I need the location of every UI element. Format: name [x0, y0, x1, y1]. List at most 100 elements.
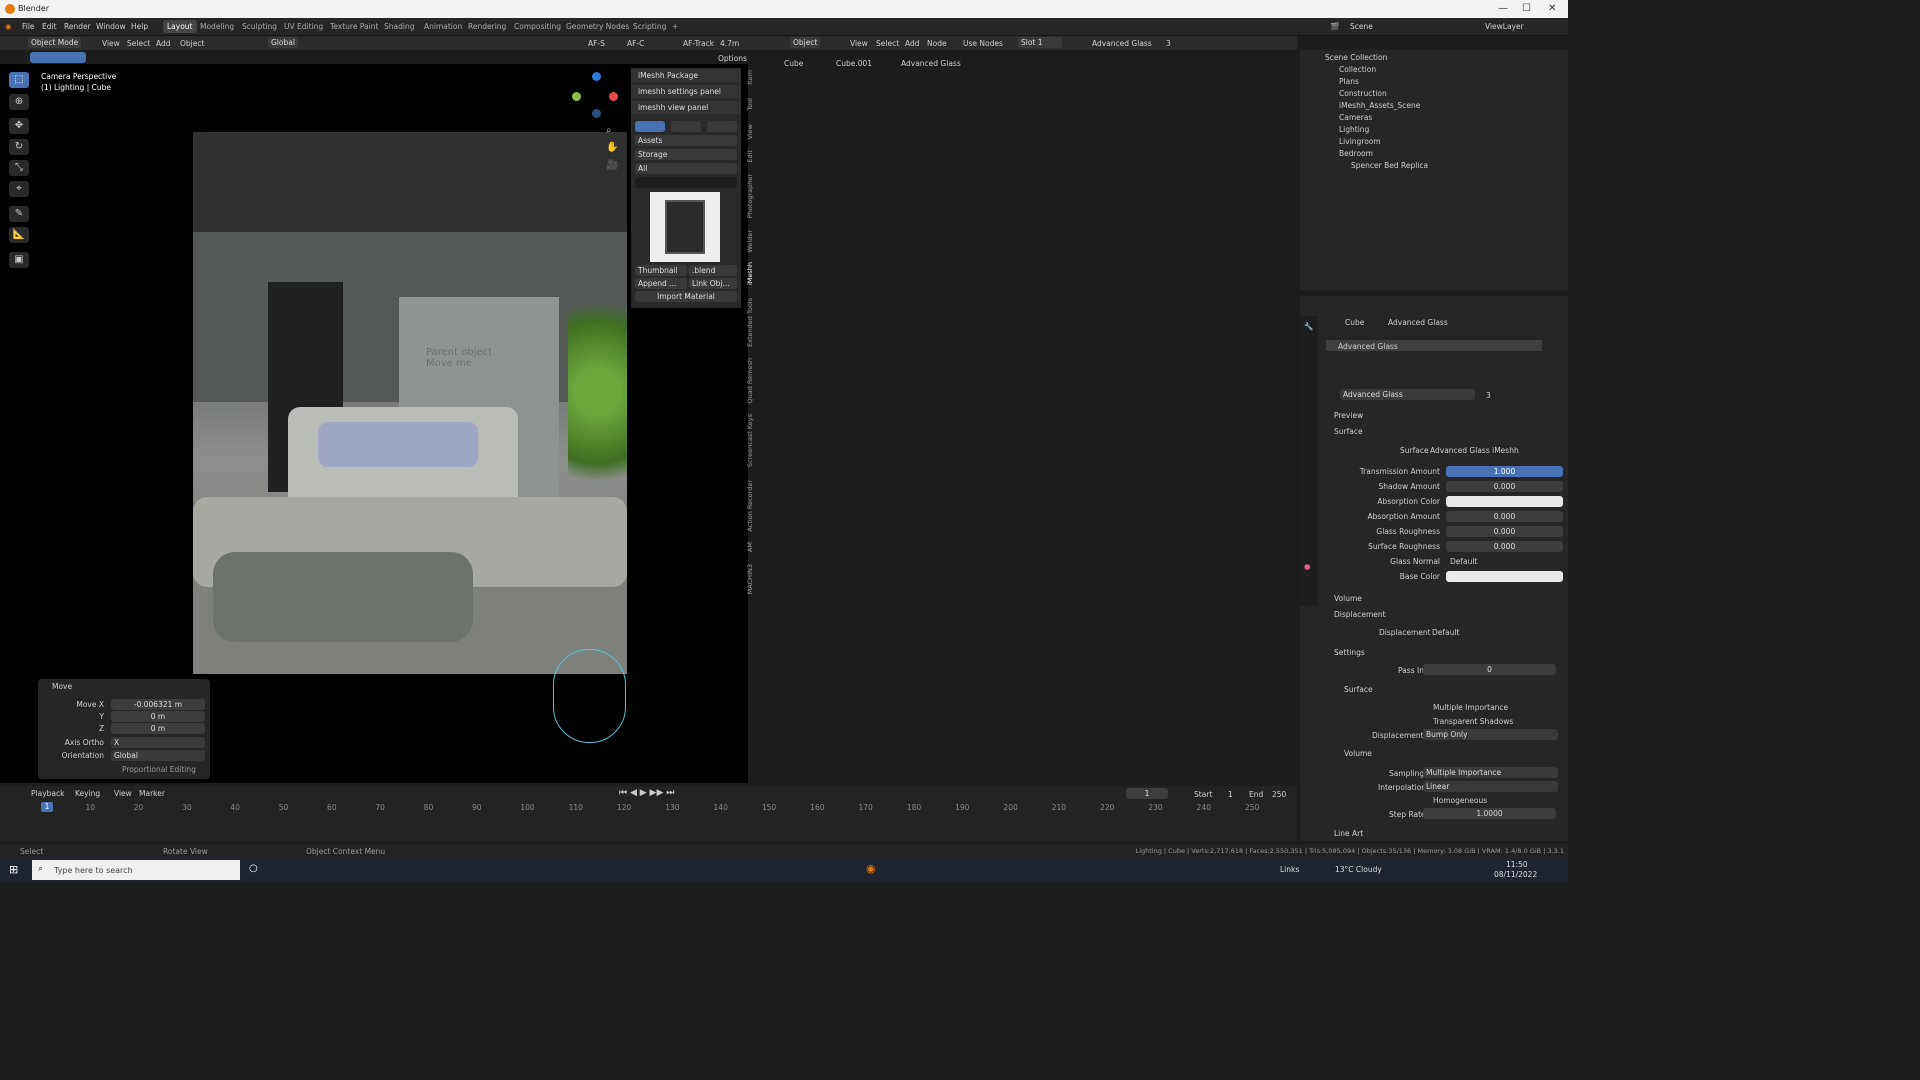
maximize-icon[interactable]: ☐ — [1522, 3, 1531, 14]
asset-search-input[interactable] — [635, 177, 737, 188]
interpolation-dropdown[interactable]: Linear — [1423, 781, 1558, 792]
wardrobe-thumbnail[interactable] — [650, 192, 720, 262]
imeshh-view-section[interactable]: imeshh view panel — [631, 101, 741, 114]
tool-props-icon[interactable]: 🔧 — [1304, 322, 1313, 331]
snap-distance[interactable]: 4.7m — [720, 39, 739, 48]
settings-panel-header[interactable]: Settings — [1334, 648, 1365, 657]
append-button[interactable]: Append ... — [635, 278, 687, 289]
node-material-name[interactable]: Advanced Glass — [1092, 39, 1152, 48]
tab-compositing[interactable]: Compositing — [514, 22, 561, 31]
tab-sculpting[interactable]: Sculpting — [242, 22, 277, 31]
clock-date[interactable]: 08/11/2022 — [1494, 870, 1537, 879]
outliner-plans[interactable]: Plans — [1339, 77, 1359, 86]
y-axis-icon[interactable] — [572, 92, 581, 101]
props-breadcrumb-material[interactable]: Advanced Glass — [1388, 318, 1448, 327]
storage-dropdown[interactable]: Storage — [635, 149, 737, 160]
sidebar-tab-screencast-keys[interactable]: Screencast Keys — [746, 414, 754, 467]
tab-geometry-nodes[interactable]: Geometry Nodes — [566, 22, 629, 31]
orientation-dropdown[interactable]: Global — [111, 750, 205, 761]
blender-menu-icon[interactable]: ◉ — [5, 22, 12, 31]
step-rate-field[interactable]: 1.0000 — [1423, 808, 1556, 819]
shadow-amount-field[interactable]: 0.000 — [1446, 481, 1563, 492]
outliner-bedroom[interactable]: Bedroom — [1339, 149, 1373, 158]
tab-uv-editing[interactable]: UV Editing — [284, 22, 323, 31]
sidebar-tab-extended-tools[interactable]: Extended Tools — [746, 298, 754, 347]
tab-modeling[interactable]: Modeling — [200, 22, 234, 31]
sidebar-tab-action-recorder[interactable]: Action Recorder — [746, 480, 754, 532]
breadcrumb-material[interactable]: Advanced Glass — [901, 59, 961, 68]
camera-view-icon[interactable]: 🎥 — [606, 160, 618, 171]
add-workspace-icon[interactable]: + — [672, 22, 678, 31]
view-layer-name[interactable]: ViewLayer — [1485, 22, 1524, 31]
tab-layout[interactable]: Layout — [163, 20, 197, 33]
clock-time[interactable]: 11:50 — [1506, 860, 1528, 869]
add-cube-tool-icon[interactable]: ▣ — [9, 252, 29, 268]
select-tool-icon[interactable]: ⬚ — [9, 72, 29, 88]
hdri-tab-icon[interactable] — [707, 121, 737, 132]
move-panel-title[interactable]: Move — [52, 682, 72, 691]
sidebar-tab-quad-remesh[interactable]: Quad Remesh — [746, 358, 754, 403]
menu-render[interactable]: Render — [64, 22, 91, 31]
displacement-field[interactable]: Default — [1432, 628, 1459, 637]
af-track-button[interactable]: AF-Track — [683, 39, 714, 48]
move-tool-icon[interactable]: ✥ — [9, 118, 29, 134]
surface-roughness-field[interactable]: 0.000 — [1446, 541, 1563, 552]
outliner-livingroom[interactable]: Livingroom — [1339, 137, 1381, 146]
preview-panel-header[interactable]: Preview — [1334, 411, 1363, 420]
line-art-panel-header[interactable]: Line Art — [1334, 829, 1363, 838]
node-menu-view[interactable]: View — [850, 39, 868, 48]
base-color-swatch[interactable] — [1446, 571, 1563, 582]
select-mode-buttons[interactable] — [30, 52, 86, 63]
options-dropdown[interactable]: Options — [718, 54, 747, 63]
outliner-collection[interactable]: Collection — [1339, 65, 1376, 74]
outliner-scene-collection[interactable]: Scene Collection — [1325, 53, 1387, 62]
af-c-button[interactable]: AF-C — [627, 39, 644, 48]
viewport-menu-object[interactable]: Object — [180, 39, 204, 48]
node-menu-add[interactable]: Add — [905, 39, 920, 48]
homogeneous-checkbox[interactable]: Homogeneous — [1433, 796, 1487, 805]
windows-start-icon[interactable]: ⊞ — [9, 863, 18, 876]
proportional-editing-checkbox[interactable]: Proportional Editing — [122, 765, 196, 774]
material-slot-name[interactable]: Advanced Glass — [1338, 342, 1398, 351]
pan-icon[interactable]: ✋ — [606, 142, 618, 153]
filter-dropdown[interactable]: All — [635, 163, 737, 174]
close-icon[interactable]: ✕ — [1548, 3, 1556, 14]
menu-edit[interactable]: Edit — [42, 22, 57, 31]
absorption-color-swatch[interactable] — [1446, 496, 1563, 507]
breadcrumb-mesh[interactable]: Cube.001 — [836, 59, 872, 68]
node-menu-select[interactable]: Select — [876, 39, 899, 48]
tab-shading[interactable]: Shading — [384, 22, 414, 31]
imeshh-settings-section[interactable]: imeshh settings panel — [631, 85, 741, 98]
sidebar-tab-edit[interactable]: Edit — [746, 150, 754, 163]
imeshh-package-section[interactable]: iMeshh Package — [631, 69, 741, 82]
settings-surface-subheader[interactable]: Surface — [1344, 685, 1373, 694]
tab-scripting[interactable]: Scripting — [633, 22, 666, 31]
x-axis-icon[interactable] — [609, 92, 618, 101]
surface-panel-header[interactable]: Surface — [1334, 427, 1363, 436]
sidebar-tab-item[interactable]: Item — [746, 70, 754, 85]
cortana-icon[interactable]: ○ — [249, 863, 258, 874]
thumbnail-button[interactable]: Thumbnail — [635, 265, 687, 276]
pass-index-field[interactable]: 0 — [1423, 664, 1556, 675]
tab-texture-paint[interactable]: Texture Paint — [330, 22, 378, 31]
move-y-field[interactable]: 0 m — [111, 711, 205, 722]
z-axis-icon[interactable] — [592, 72, 601, 81]
material-props-icon[interactable]: ● — [1304, 562, 1311, 571]
mode-dropdown[interactable]: Object Mode — [28, 37, 82, 48]
annotate-tool-icon[interactable]: ✎ — [9, 206, 29, 222]
outliner-imeshh-assets-scene[interactable]: iMeshh_Assets_Scene — [1339, 101, 1420, 110]
rotate-tool-icon[interactable]: ↻ — [9, 139, 29, 155]
links-toolbar[interactable]: Links — [1280, 865, 1299, 874]
neg-z-axis-icon[interactable] — [592, 109, 601, 118]
transform-tool-icon[interactable]: ⌖ — [9, 181, 29, 197]
axis-ortho-dropdown[interactable]: X — [111, 737, 205, 748]
blender-taskbar-icon[interactable]: ◉ — [866, 862, 876, 875]
scale-tool-icon[interactable]: ⤡ — [9, 160, 29, 176]
displacement-panel-header[interactable]: Displacement — [1334, 610, 1386, 619]
menu-help[interactable]: Help — [131, 22, 148, 31]
taskbar-search-box[interactable]: ⌕ Type here to search — [32, 860, 240, 880]
material-datablock[interactable]: Advanced Glass — [1340, 389, 1475, 400]
frame-ruler[interactable]: 1102030405060708090100110120130140150160… — [0, 786, 1297, 826]
blend-button[interactable]: .blend — [689, 265, 737, 276]
models-tab-icon[interactable] — [635, 121, 665, 132]
